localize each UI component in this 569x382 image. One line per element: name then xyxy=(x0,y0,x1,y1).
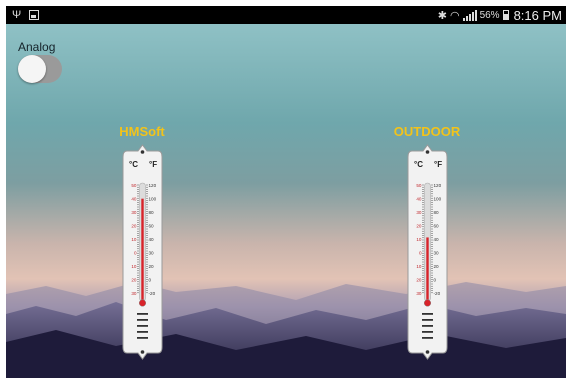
bluetooth-icon: ✱ xyxy=(437,9,447,22)
mountain-background xyxy=(6,24,566,378)
fahrenheit-label: °F xyxy=(434,160,442,169)
celsius-tick-label: 30 xyxy=(131,210,137,215)
celsius-tick-label: 10 xyxy=(416,264,422,269)
mount-hole-bottom xyxy=(140,350,145,354)
fahrenheit-tick-label: 60 xyxy=(149,224,155,229)
celsius-tick-label: 20 xyxy=(416,224,422,229)
thermometer-title-outdoor: OUTDOOR xyxy=(393,124,461,139)
decor-slot xyxy=(137,313,148,315)
fahrenheit-tick-label: 40 xyxy=(434,237,440,242)
celsius-tick-label: 40 xyxy=(131,197,137,202)
toggle-knob[interactable] xyxy=(18,55,46,83)
celsius-tick-label: 30 xyxy=(131,291,137,296)
celsius-tick-label: 50 xyxy=(416,183,422,188)
thermometer-title-hmsoft: HMSoft xyxy=(119,124,165,139)
decor-slot xyxy=(137,319,148,321)
celsius-label: °C xyxy=(414,160,423,169)
fahrenheit-tick-label: 20 xyxy=(434,264,440,269)
decor-slot xyxy=(422,325,433,327)
fahrenheit-tick-label: 100 xyxy=(149,197,157,202)
fahrenheit-tick-label: 0 xyxy=(149,278,152,283)
app-screen: Ψ ✱ ◠ 56% 8:16 PM Analog HMSoft °C °F 50… xyxy=(6,6,566,378)
celsius-tick-label: 20 xyxy=(416,278,422,283)
celsius-tick-label: 0 xyxy=(419,251,422,256)
mount-hole-top xyxy=(425,150,430,154)
clock: 8:16 PM xyxy=(513,7,562,23)
fahrenheit-label: °F xyxy=(149,160,157,169)
fahrenheit-tick-label: 100 xyxy=(434,197,442,202)
mercury-bulb xyxy=(423,299,432,307)
fahrenheit-tick-label: -20 xyxy=(434,291,441,296)
mercury-column xyxy=(141,198,144,301)
fahrenheit-tick-label: 20 xyxy=(149,264,155,269)
thermometer-outdoor: °C °F 50 120 40 100 30 80 20 60 10 40 0 30 10 20 20 0 30 -2… xyxy=(407,144,448,360)
mount-hole-bottom xyxy=(425,350,430,354)
celsius-tick-label: 20 xyxy=(131,224,137,229)
wifi-icon: ◠ xyxy=(449,9,460,22)
fahrenheit-tick-label: 30 xyxy=(434,251,440,256)
analog-toggle[interactable] xyxy=(18,55,62,83)
status-bar: Ψ ✱ ◠ 56% 8:16 PM xyxy=(6,6,566,24)
fahrenheit-tick-label: 60 xyxy=(434,224,440,229)
analog-label: Analog xyxy=(18,40,56,54)
fahrenheit-tick-label: 120 xyxy=(434,183,442,188)
fahrenheit-tick-label: -20 xyxy=(149,291,156,296)
celsius-tick-label: 30 xyxy=(416,291,422,296)
celsius-tick-label: 30 xyxy=(416,210,422,215)
fahrenheit-tick-label: 80 xyxy=(149,210,155,215)
thermometer-hmsoft: °C °F 50 120 40 100 30 80 20 60 10 40 0 30 10 20 20 0 30 -2… xyxy=(122,144,163,360)
celsius-tick-label: 0 xyxy=(134,251,137,256)
decor-slot xyxy=(422,331,433,333)
battery-icon xyxy=(502,10,509,20)
usb-icon: Ψ xyxy=(12,9,22,21)
mount-hole-top xyxy=(140,150,145,154)
decor-slot xyxy=(422,337,433,339)
battery-percent: 56% xyxy=(479,9,500,21)
decor-slot xyxy=(137,337,148,339)
celsius-tick-label: 20 xyxy=(131,278,137,283)
decor-slot xyxy=(422,319,433,321)
celsius-tick-label: 40 xyxy=(416,197,422,202)
mercury-bulb xyxy=(138,299,147,307)
fahrenheit-tick-label: 40 xyxy=(149,237,155,242)
mercury-column xyxy=(426,237,429,301)
signal-icon xyxy=(462,9,477,21)
celsius-tick-label: 50 xyxy=(131,183,137,188)
image-notification-icon xyxy=(29,10,40,20)
decor-slot xyxy=(137,331,148,333)
celsius-tick-label: 10 xyxy=(131,237,137,242)
decor-slot xyxy=(422,313,433,315)
celsius-label: °C xyxy=(129,160,138,169)
celsius-tick-label: 10 xyxy=(131,264,137,269)
fahrenheit-tick-label: 30 xyxy=(149,251,155,256)
fahrenheit-tick-label: 80 xyxy=(434,210,440,215)
celsius-tick-label: 10 xyxy=(416,237,422,242)
fahrenheit-tick-label: 120 xyxy=(149,183,157,188)
fahrenheit-tick-label: 0 xyxy=(434,278,437,283)
decor-slot xyxy=(137,325,148,327)
